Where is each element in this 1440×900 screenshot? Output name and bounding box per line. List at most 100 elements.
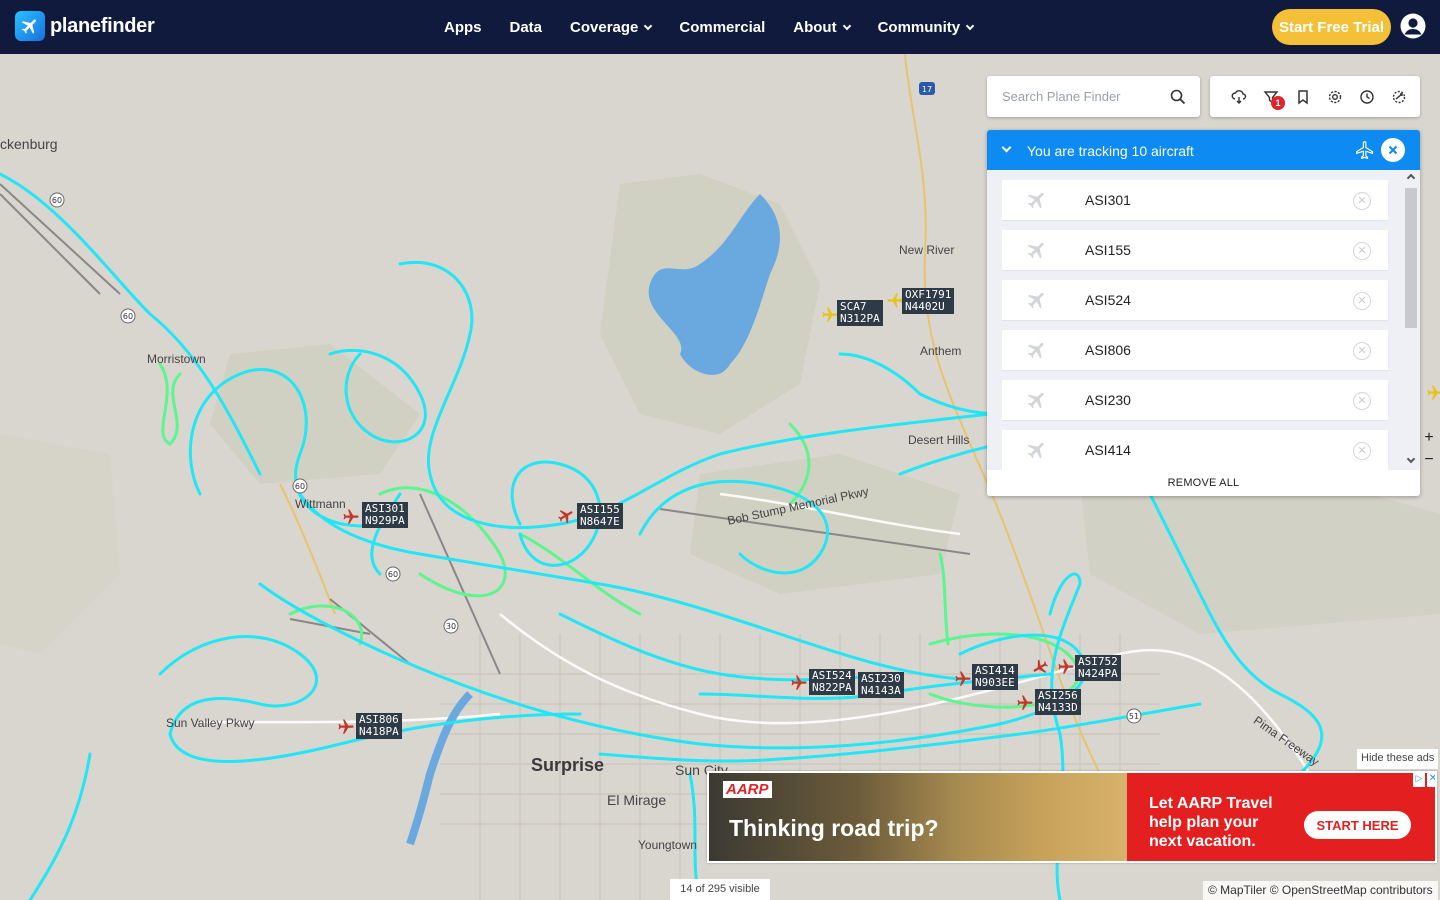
settings-icon (1328, 90, 1342, 103)
tracked-aircraft-row[interactable]: ASI524 ✕ (1002, 280, 1388, 320)
close-tracking-button[interactable] (1381, 138, 1405, 162)
nav-apps[interactable]: Apps (444, 19, 482, 36)
aircraft-label: ASI230 N4143A (858, 672, 904, 698)
nav-coverage[interactable]: Coverage (570, 18, 653, 36)
ad-info-icon[interactable]: ▷ (1413, 773, 1425, 787)
filter-button[interactable]: 1 (1255, 81, 1287, 113)
aircraft-registration: N8647E (580, 515, 620, 528)
plane-logo-icon (15, 11, 45, 41)
place-label: Morristown (147, 352, 206, 366)
aircraft-registration: N418PA (359, 725, 399, 738)
aircraft-registration: N424PA (1078, 667, 1118, 680)
zoom-out-button[interactable]: − (1418, 450, 1440, 472)
search-box (987, 76, 1200, 117)
aircraft-label: ASI414 N903EE (972, 664, 1018, 690)
advertisement-banner[interactable]: AARP Thinking road trip? Let AARP Travel… (707, 771, 1437, 863)
nav-commercial-label: Commercial (679, 18, 766, 36)
aircraft-label: ASI752 N424PA (1075, 655, 1121, 681)
remove-aircraft-button[interactable]: ✕ (1353, 442, 1371, 460)
chevron-down-icon (842, 21, 851, 30)
scroll-thumb[interactable] (1405, 188, 1417, 328)
map-toolbar: 1 (1210, 76, 1420, 117)
aircraft-icon (343, 509, 359, 524)
plane-icon (1027, 392, 1044, 409)
aircraft-icon (1017, 695, 1033, 710)
svg-text:60: 60 (52, 196, 62, 205)
plane-icon (1027, 192, 1044, 209)
ad-cta-button[interactable]: START HERE (1304, 811, 1411, 839)
svg-text:60: 60 (295, 482, 305, 491)
history-button[interactable] (1351, 81, 1383, 113)
nav-about[interactable]: About (793, 18, 851, 36)
remove-aircraft-button[interactable]: ✕ (1353, 242, 1371, 260)
aircraft-icon (1058, 659, 1074, 674)
remove-aircraft-button[interactable]: ✕ (1353, 342, 1371, 360)
tracked-aircraft-row[interactable]: ASI230 ✕ (1002, 380, 1388, 420)
ad-headline: Thinking road trip? (729, 815, 939, 841)
filter-count-badge: 1 (1271, 95, 1285, 110)
tracked-aircraft-row[interactable]: ASI806 ✕ (1002, 330, 1388, 370)
bookmark-button[interactable] (1287, 81, 1319, 113)
place-label: Wittmann (295, 497, 346, 511)
svg-text:17: 17 (922, 85, 932, 94)
aircraft-registration: N929PA (365, 514, 405, 527)
plane-icon (1027, 342, 1044, 359)
nav-commercial[interactable]: Commercial (679, 19, 765, 36)
remove-aircraft-button[interactable]: ✕ (1353, 392, 1371, 410)
aircraft-label: ASI524 N822PA (809, 669, 855, 695)
tracked-aircraft-callsign: ASI414 (1085, 442, 1131, 458)
plane-icon (1027, 242, 1044, 259)
tracked-aircraft-callsign: ASI230 (1085, 392, 1131, 408)
tracked-aircraft-row[interactable]: ASI414 ✕ (1002, 430, 1388, 470)
visible-aircraft-count: 14 of 295 visible (670, 879, 770, 900)
tracking-panel-header[interactable]: You are tracking 10 aircraft (987, 130, 1420, 170)
plane-outline-icon (1356, 141, 1374, 160)
nav-community[interactable]: Community (878, 19, 975, 36)
weather-button[interactable] (1223, 81, 1255, 113)
place-label: Desert Hills (908, 433, 970, 447)
hide-ads-link[interactable]: Hide these ads (1357, 749, 1439, 769)
aircraft-label: OXF1791 N4402U (902, 288, 955, 314)
svg-text:30: 30 (446, 622, 456, 631)
plane-icon (1027, 442, 1044, 459)
nav-data-label: Data (509, 18, 543, 36)
place-label: El Mirage (607, 792, 667, 808)
svg-text:60: 60 (388, 570, 398, 579)
brand-name: planefinder (50, 14, 155, 37)
map-attribution[interactable]: © MapTiler © OpenStreetMap contributors (1203, 881, 1438, 900)
nav-coverage-label: Coverage (570, 18, 639, 36)
ad-close-icon[interactable]: ✕ (1427, 773, 1435, 787)
bookmark-icon (1298, 89, 1308, 104)
top-nav: planefinder Apps Data Coverage Commercia… (0, 0, 1440, 54)
place-label: New River (899, 243, 955, 257)
zoom-controls: + − (1418, 428, 1440, 472)
aircraft-label: ASI155 N8647E (577, 503, 623, 529)
remove-aircraft-button[interactable]: ✕ (1353, 192, 1371, 210)
remove-all-button[interactable]: REMOVE ALL (987, 470, 1420, 496)
user-circle-icon[interactable] (1400, 13, 1426, 39)
planefinder-logo[interactable]: planefinder (15, 11, 155, 41)
aircraft-registration: N4143A (861, 684, 901, 697)
tracked-aircraft-callsign: ASI301 (1085, 192, 1131, 208)
tracked-aircraft-row[interactable]: ASI155 ✕ (1002, 230, 1388, 270)
settings-button[interactable] (1319, 81, 1351, 113)
aircraft-icon (558, 510, 573, 524)
place-label: ckenburg (0, 136, 58, 152)
aircraft-registration: N4133D (1038, 701, 1078, 714)
city-label-surprise: Surprise (531, 755, 605, 775)
search-input[interactable] (987, 76, 1167, 117)
start-free-trial-button[interactable]: Start Free Trial (1272, 9, 1391, 45)
tracked-aircraft-row[interactable]: ASI301 ✕ (1002, 180, 1388, 220)
chevron-down-icon[interactable] (1001, 142, 1012, 153)
nav-data[interactable]: Data (510, 19, 543, 36)
aircraft-icon[interactable] (1426, 384, 1440, 402)
search-icon[interactable] (1170, 89, 1186, 105)
ad-brand-logo: AARP (723, 781, 772, 798)
zoom-in-button[interactable]: + (1418, 428, 1440, 450)
airport-icon (1392, 90, 1406, 103)
nav-about-label: About (793, 18, 837, 36)
airport-button[interactable] (1383, 81, 1415, 113)
tracked-aircraft-callsign: ASI806 (1085, 342, 1131, 358)
chevron-down-icon (965, 21, 975, 30)
remove-aircraft-button[interactable]: ✕ (1353, 292, 1371, 310)
